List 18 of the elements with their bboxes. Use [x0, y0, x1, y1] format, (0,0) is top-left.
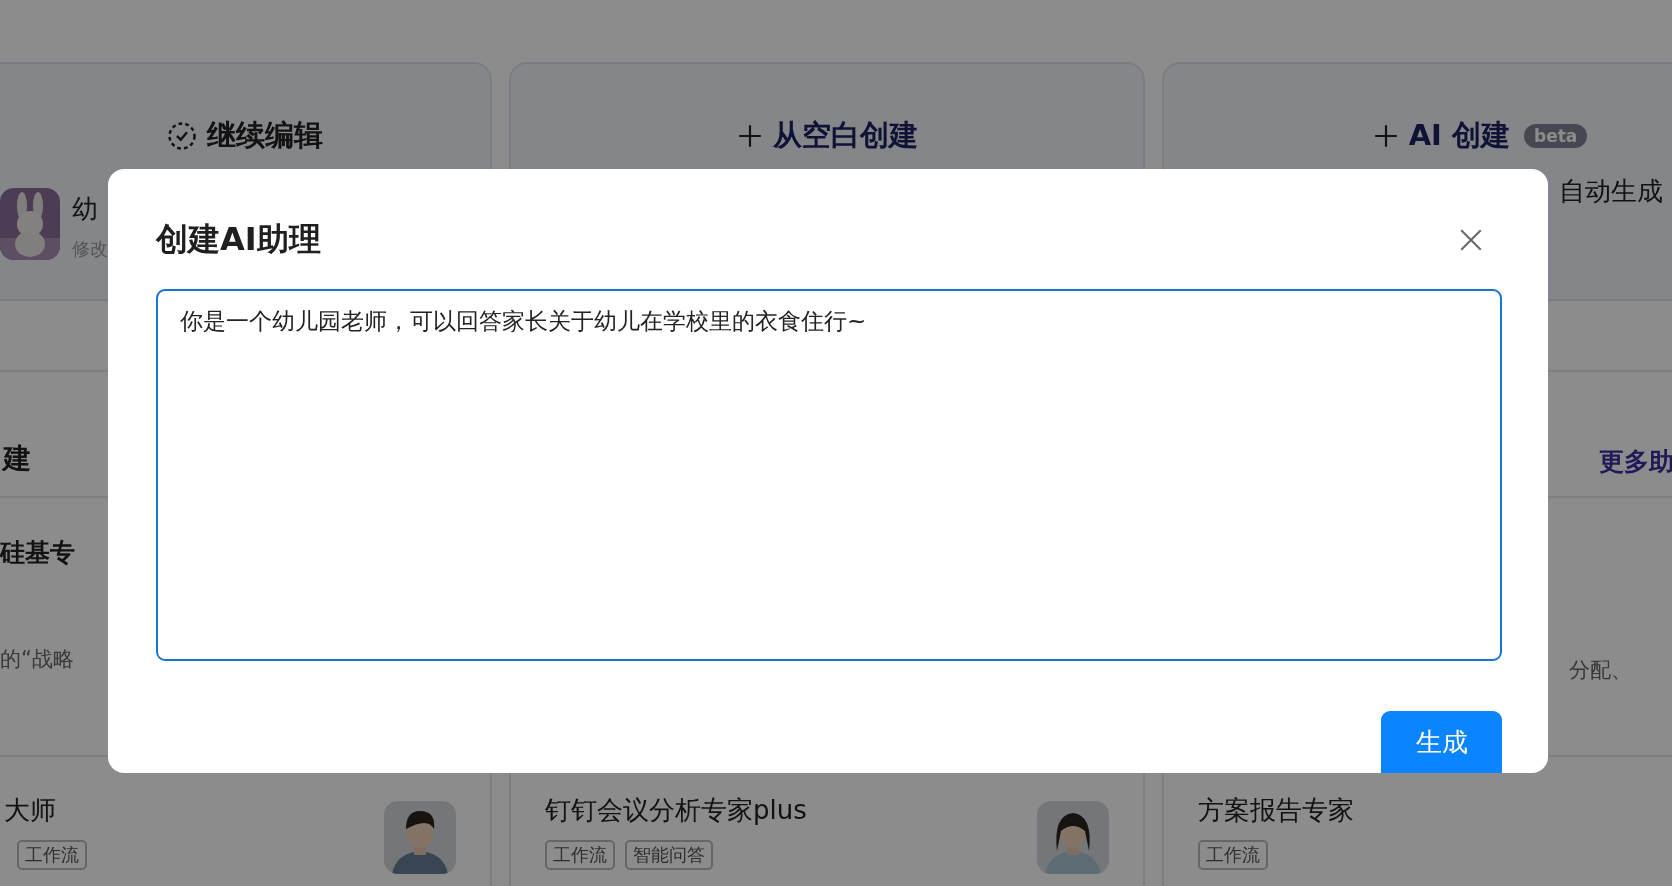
item-name: 幼: [72, 193, 99, 226]
card-title: 从空白创建: [772, 117, 918, 154]
assistant-title: 方案报告专家: [1198, 794, 1354, 827]
assistant-description: 分配、: [1569, 657, 1632, 684]
dialog-title: 创建AI助理: [156, 219, 321, 260]
beta-badge: beta: [1524, 124, 1588, 148]
card-note: 自动生成: [1559, 175, 1663, 208]
assistant-title: 钉钉会议分析专家plus: [545, 794, 807, 827]
assistant-title: 大师: [4, 794, 57, 827]
card-title: AI 创建: [1408, 117, 1510, 154]
assistant-description: 的“战略: [0, 646, 75, 673]
tag: 工作流: [17, 840, 87, 870]
section-title: 建: [3, 441, 31, 477]
card-title: 继续编辑: [207, 117, 323, 154]
tag: 智能问答: [625, 840, 713, 870]
tag: 工作流: [1198, 840, 1268, 870]
tag: 工作流: [545, 840, 615, 870]
assistant-title: 硅基专: [0, 537, 75, 569]
